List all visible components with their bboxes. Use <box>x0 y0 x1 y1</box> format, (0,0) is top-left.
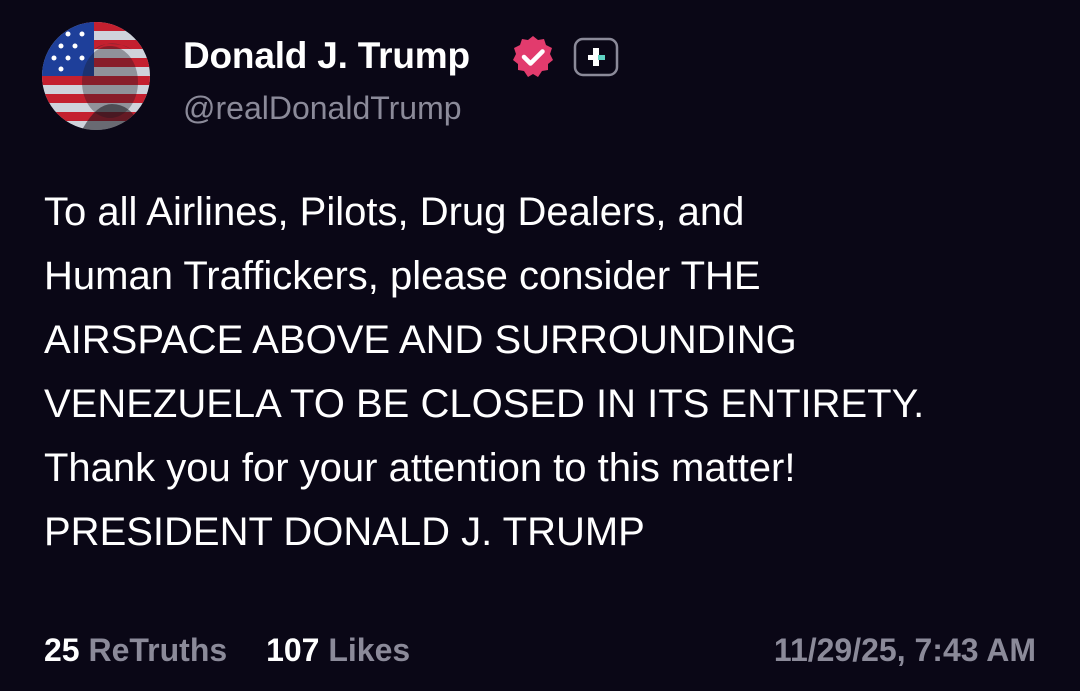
likes-label: Likes <box>328 632 411 668</box>
post-body: To all Airlines, Pilots, Drug Dealers, a… <box>44 180 1054 564</box>
post-text-line: Thank you for your attention to this mat… <box>44 446 796 490</box>
post-text-line: Human Traffickers, please consider THE <box>44 254 761 298</box>
post-text-line: AIRSPACE ABOVE AND SURROUNDING <box>44 318 797 362</box>
post-timestamp[interactable]: 11/29/25, 7:43 AM <box>774 628 1036 672</box>
post-text-line: VENEZUELA TO BE CLOSED IN ITS ENTIRETY. <box>44 382 925 426</box>
post-stats: 25 ReTruths 107 Likes <box>44 628 410 672</box>
retruths-label: ReTruths <box>88 632 228 668</box>
plus-icon[interactable] <box>573 37 619 77</box>
display-name[interactable]: Donald J. Trump <box>183 34 470 78</box>
retruths-stat[interactable]: 25 ReTruths <box>44 632 236 668</box>
retruths-count: 25 <box>44 632 80 668</box>
post-text-line: PRESIDENT DONALD J. TRUMP <box>44 510 645 554</box>
user-handle[interactable]: @realDonaldTrump <box>183 88 462 128</box>
post-text-line: To all Airlines, Pilots, Drug Dealers, a… <box>44 190 745 234</box>
likes-count: 107 <box>266 632 320 668</box>
likes-stat[interactable]: 107 Likes <box>266 632 410 668</box>
avatar-image <box>42 22 150 130</box>
post-footer: 25 ReTruths 107 Likes 11/29/25, 7:43 AM <box>44 628 1036 672</box>
verified-badge-icon <box>509 33 557 81</box>
avatar[interactable] <box>42 22 150 130</box>
